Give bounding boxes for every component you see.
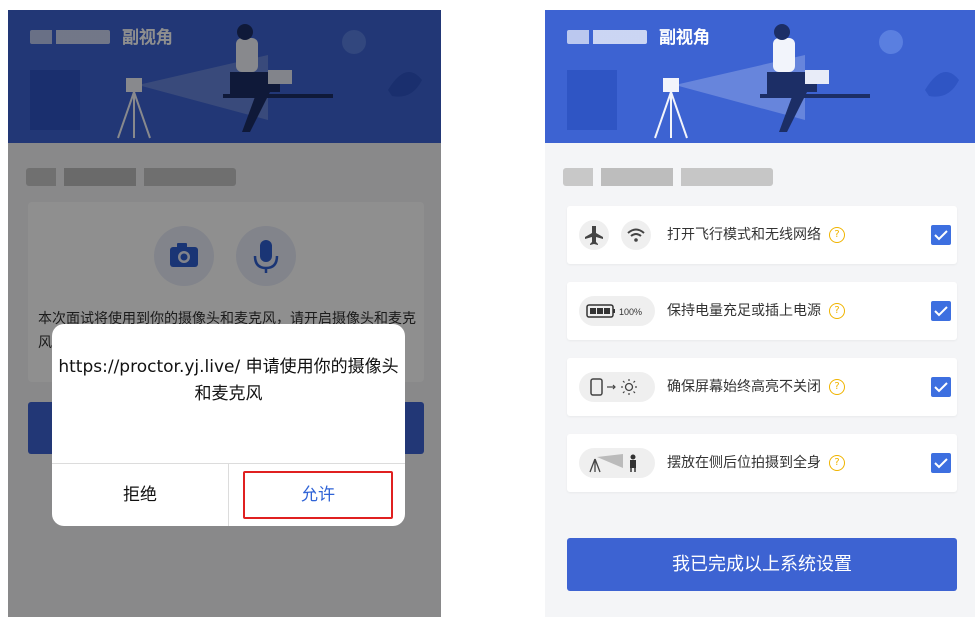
blurred-page-title (563, 168, 773, 186)
help-icon[interactable]: ? (829, 227, 845, 243)
checkmark-icon (934, 382, 948, 393)
help-icon[interactable]: ? (829, 303, 845, 319)
allow-button[interactable]: 允许 (243, 471, 393, 519)
item-label: 摆放在侧后位拍摄到全身 (667, 455, 821, 471)
phone-brightness-icon (579, 372, 655, 402)
checklist-item-screen-on[interactable]: 确保屏幕始终高亮不关闭? (567, 358, 957, 416)
app-title: 副视角 (659, 28, 710, 48)
help-icon[interactable]: ? (829, 379, 845, 395)
checkbox-checked[interactable] (931, 377, 951, 397)
app-header: 副视角 (545, 10, 975, 143)
checkmark-icon (934, 230, 948, 241)
battery-percent: 100% (619, 307, 642, 317)
item-label: 保持电量充足或插上电源 (667, 303, 821, 319)
checkbox-checked[interactable] (931, 225, 951, 245)
checklist-item-battery[interactable]: 100% 保持电量充足或插上电源? (567, 282, 957, 340)
wifi-icon (621, 220, 651, 250)
tripod-person-icon (579, 448, 655, 478)
dialog-button-divider (228, 464, 229, 526)
permission-dialog: https://proctor.yj.live/ 申请使用你的摄像头和麦克风 拒… (52, 324, 405, 526)
item-label: 打开飞行模式和无线网络 (667, 227, 821, 243)
complete-setup-button[interactable]: 我已完成以上系统设置 (567, 538, 957, 591)
setup-checklist-screen: 副视角 打开飞行模式和无线网络? 100% 保持电量充足或插上电源 ? 确保屏幕… (545, 10, 975, 617)
dialog-message: https://proctor.yj.live/ 申请使用你的摄像头和麦克风 (58, 357, 399, 404)
deny-button[interactable]: 拒绝 (52, 464, 228, 526)
help-icon[interactable]: ? (829, 455, 845, 471)
checkbox-checked[interactable] (931, 453, 951, 473)
checkmark-icon (934, 458, 948, 469)
checklist-item-placement[interactable]: 摆放在侧后位拍摄到全身? (567, 434, 957, 492)
checklist-item-airplane-wifi[interactable]: 打开飞行模式和无线网络? (567, 206, 957, 264)
app-logo (567, 30, 647, 44)
checkmark-icon (934, 306, 948, 317)
battery-icon: 100% (579, 296, 655, 326)
camera-permission-screen: 副视角 本次面试将使用到你的摄像头和麦克风，请开启摄像头和麦克风权限 https… (8, 10, 441, 617)
item-label: 确保屏幕始终高亮不关闭 (667, 379, 821, 395)
airplane-icon (579, 220, 609, 250)
checkbox-checked[interactable] (931, 301, 951, 321)
